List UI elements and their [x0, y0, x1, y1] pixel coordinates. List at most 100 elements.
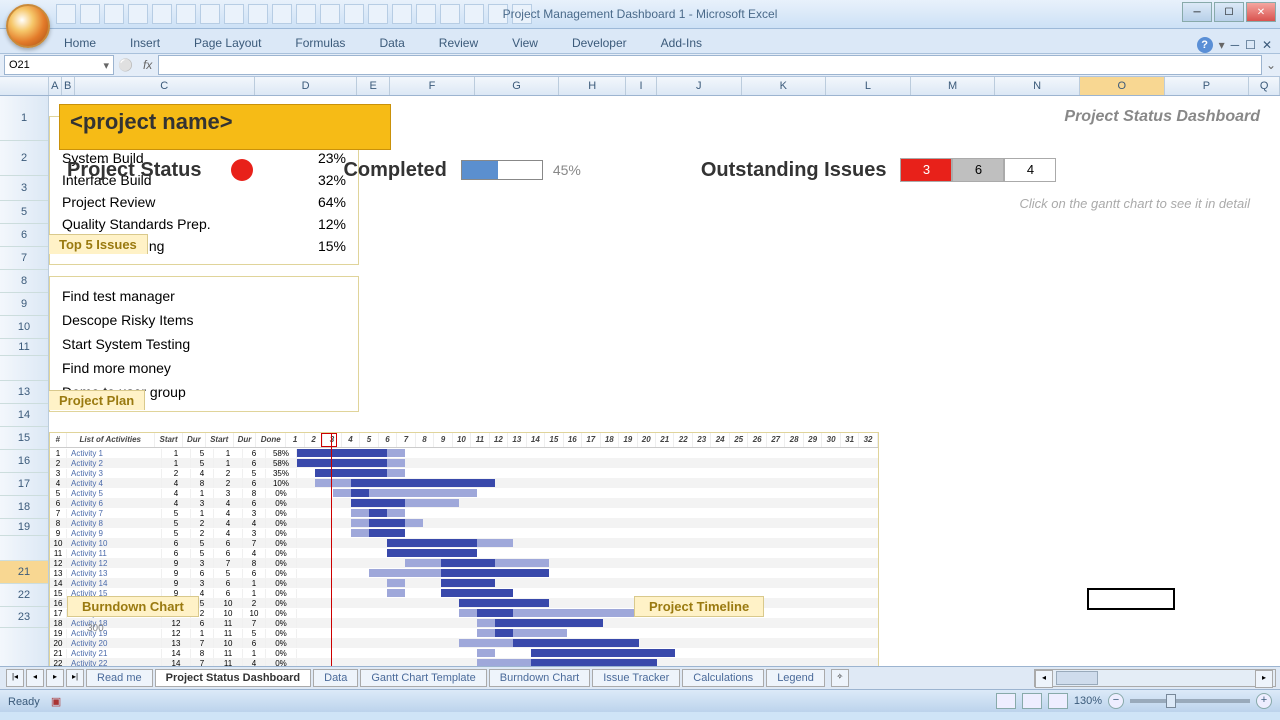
- qat-save-icon[interactable]: [56, 4, 76, 24]
- row-header-gap[interactable]: [0, 536, 48, 561]
- gantt-row[interactable]: 7Activity 751430%: [50, 508, 878, 518]
- col-header-E[interactable]: E: [357, 77, 390, 95]
- ribbon-tab-review[interactable]: Review: [431, 33, 486, 53]
- col-header-A[interactable]: A: [49, 77, 62, 95]
- qat-icon[interactable]: [392, 4, 412, 24]
- scroll-left-icon[interactable]: ◂: [1035, 670, 1053, 688]
- col-header-H[interactable]: H: [559, 77, 626, 95]
- col-header-J[interactable]: J: [657, 77, 742, 95]
- ribbon-tab-data[interactable]: Data: [371, 33, 412, 53]
- row-header-3[interactable]: 3: [0, 176, 48, 201]
- col-header-D[interactable]: D: [255, 77, 358, 95]
- qat-print-icon[interactable]: [128, 4, 148, 24]
- gantt-row[interactable]: 13Activity 1396560%: [50, 568, 878, 578]
- row-header-9[interactable]: 9: [0, 293, 48, 316]
- qat-icon[interactable]: [200, 4, 220, 24]
- maximize-button[interactable]: ☐: [1214, 2, 1244, 22]
- qat-icon[interactable]: [344, 4, 364, 24]
- worksheet-area[interactable]: <project name> Project Status Dashboard …: [49, 96, 1280, 666]
- ribbon-tab-developer[interactable]: Developer: [564, 33, 635, 53]
- ribbon-tab-home[interactable]: Home: [56, 33, 104, 53]
- gantt-row[interactable]: 20Activity 201371060%: [50, 638, 878, 648]
- qat-icon[interactable]: [440, 4, 460, 24]
- gantt-row[interactable]: 5Activity 541380%: [50, 488, 878, 498]
- row-header-5[interactable]: 5: [0, 201, 48, 224]
- row-header-19[interactable]: 19: [0, 519, 48, 536]
- sheet-tab-calculations[interactable]: Calculations: [682, 669, 764, 687]
- close-button[interactable]: ✕: [1246, 2, 1276, 22]
- sheet-tab-legend[interactable]: Legend: [766, 669, 825, 687]
- horizontal-scrollbar[interactable]: ◂ ▸: [1034, 669, 1276, 687]
- col-header-M[interactable]: M: [911, 77, 996, 95]
- page-break-view-icon[interactable]: [1048, 693, 1068, 709]
- qat-icon[interactable]: [248, 4, 268, 24]
- scroll-right-icon[interactable]: ▸: [1255, 670, 1273, 688]
- ribbon-tab-formulas[interactable]: Formulas: [287, 33, 353, 53]
- row-header-11[interactable]: 11: [0, 339, 48, 356]
- row-header-16[interactable]: 16: [0, 450, 48, 473]
- help-icon[interactable]: ?: [1197, 37, 1213, 53]
- row-header-22[interactable]: 22: [0, 584, 48, 607]
- col-header-F[interactable]: F: [390, 77, 475, 95]
- qat-redo-icon[interactable]: [104, 4, 124, 24]
- gantt-row[interactable]: 4Activity 4482610%: [50, 478, 878, 488]
- row-header-15[interactable]: 15: [0, 427, 48, 450]
- qat-icon[interactable]: [464, 4, 484, 24]
- zoom-level[interactable]: 130%: [1074, 695, 1102, 707]
- row-header-17[interactable]: 17: [0, 473, 48, 496]
- qat-undo-icon[interactable]: [80, 4, 100, 24]
- sheet-tab-issue-tracker[interactable]: Issue Tracker: [592, 669, 680, 687]
- sheet-tab-project-status-dashboard[interactable]: Project Status Dashboard: [155, 669, 311, 687]
- row-headers[interactable]: 12356789101113141516171819212223: [0, 96, 49, 666]
- col-header-G[interactable]: G: [475, 77, 560, 95]
- gantt-row[interactable]: 10Activity 1065670%: [50, 538, 878, 548]
- row-header-21[interactable]: 21: [0, 561, 48, 584]
- qat-icon[interactable]: [296, 4, 316, 24]
- name-box[interactable]: O21 ▾: [4, 55, 114, 75]
- workbook-restore-icon[interactable]: ☐: [1245, 38, 1256, 52]
- row-header-1[interactable]: 1: [0, 96, 48, 141]
- project-name-cell[interactable]: <project name>: [59, 104, 391, 150]
- minimize-button[interactable]: ─: [1182, 2, 1212, 22]
- qat-icon[interactable]: [368, 4, 388, 24]
- row-header-7[interactable]: 7: [0, 247, 48, 270]
- col-header-B[interactable]: B: [62, 77, 75, 95]
- col-header-I[interactable]: I: [626, 77, 657, 95]
- gantt-row[interactable]: 9Activity 952430%: [50, 528, 878, 538]
- zoom-slider[interactable]: [1130, 699, 1250, 703]
- new-sheet-icon[interactable]: ✧: [831, 669, 849, 687]
- page-layout-view-icon[interactable]: [1022, 693, 1042, 709]
- col-header-P[interactable]: P: [1165, 77, 1250, 95]
- row-header-gap[interactable]: [0, 356, 48, 381]
- tab-nav-first-icon[interactable]: |◂: [6, 669, 24, 687]
- gantt-row[interactable]: 12Activity 1293780%: [50, 558, 878, 568]
- row-header-8[interactable]: 8: [0, 270, 48, 293]
- tab-nav-prev-icon[interactable]: ◂: [26, 669, 44, 687]
- row-header-18[interactable]: 18: [0, 496, 48, 519]
- ribbon-tab-page-layout[interactable]: Page Layout: [186, 33, 269, 53]
- ribbon-tab-add-ins[interactable]: Add-Ins: [653, 33, 710, 53]
- col-header-Q[interactable]: Q: [1249, 77, 1280, 95]
- workbook-min-icon[interactable]: ─: [1231, 38, 1240, 52]
- zoom-in-button[interactable]: +: [1256, 693, 1272, 709]
- gantt-row[interactable]: 1Activity 1151658%: [50, 448, 878, 458]
- row-header-23[interactable]: 23: [0, 607, 48, 628]
- qat-open-icon[interactable]: [152, 4, 172, 24]
- fx-icon[interactable]: fx: [143, 58, 152, 72]
- row-header-14[interactable]: 14: [0, 404, 48, 427]
- col-header-K[interactable]: K: [742, 77, 827, 95]
- tab-nav-next-icon[interactable]: ▸: [46, 669, 64, 687]
- col-header-C[interactable]: C: [75, 77, 255, 95]
- row-header-13[interactable]: 13: [0, 381, 48, 404]
- gantt-row[interactable]: 22Activity 221471140%: [50, 658, 878, 666]
- qat-icon[interactable]: [224, 4, 244, 24]
- column-headers[interactable]: ABCDEFGHIJKLMNOPQ: [0, 77, 1280, 96]
- col-header-N[interactable]: N: [995, 77, 1080, 95]
- tab-nav-last-icon[interactable]: ▸|: [66, 669, 84, 687]
- gantt-row[interactable]: 3Activity 3242535%: [50, 468, 878, 478]
- sheet-tab-burndown-chart[interactable]: Burndown Chart: [489, 669, 591, 687]
- normal-view-icon[interactable]: [996, 693, 1016, 709]
- ribbon-tab-view[interactable]: View: [504, 33, 546, 53]
- gantt-row[interactable]: 11Activity 1165640%: [50, 548, 878, 558]
- office-button[interactable]: [6, 4, 50, 48]
